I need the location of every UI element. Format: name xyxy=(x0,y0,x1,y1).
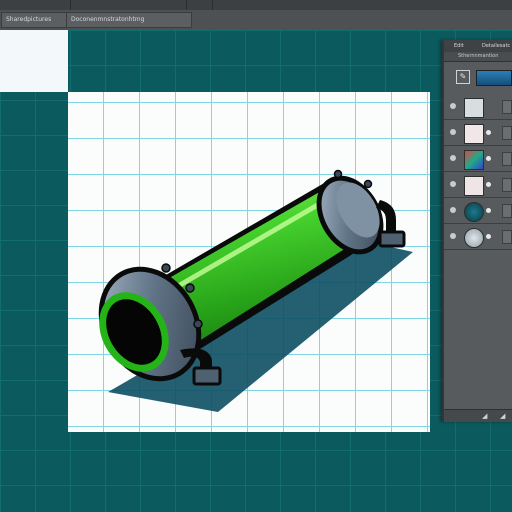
tab-document[interactable]: Doconenmnstratonhtmg xyxy=(66,12,192,28)
layer-opacity-bar[interactable] xyxy=(502,204,512,218)
layer-toggle[interactable] xyxy=(486,208,491,213)
menu-divider xyxy=(70,0,71,10)
eye-icon[interactable] xyxy=(450,233,456,239)
menu-divider xyxy=(212,0,213,10)
app-topbar: Sharedpictures Doconenmnstratonhtmg xyxy=(0,0,512,31)
tab-sharedpictures[interactable]: Sharedpictures xyxy=(1,12,71,28)
rivet xyxy=(333,169,343,179)
color-swatch[interactable] xyxy=(476,70,512,86)
panel-tab-edit[interactable]: Edit xyxy=(454,42,470,50)
layer-thumbnail xyxy=(464,98,484,118)
panel-tab-details[interactable]: Detailesatc xyxy=(482,42,512,50)
layer-thumbnail xyxy=(464,202,484,222)
pipe-artwork xyxy=(98,169,413,412)
eye-icon[interactable] xyxy=(450,129,456,135)
layer-toggle[interactable] xyxy=(486,130,491,135)
layer-opacity-bar[interactable] xyxy=(502,126,512,140)
layer-opacity-bar[interactable] xyxy=(502,152,512,166)
layer-thumbnail xyxy=(464,150,484,170)
left-foot xyxy=(192,366,222,386)
panel-subheader: Sthernnmantion xyxy=(444,52,512,62)
rivet xyxy=(185,283,195,293)
layer-row[interactable] xyxy=(444,120,512,146)
pen-icon[interactable]: ✎ xyxy=(456,70,470,84)
layer-thumbnail xyxy=(464,124,484,144)
layer-toggle[interactable] xyxy=(486,182,491,187)
layer-row[interactable] xyxy=(444,198,512,224)
eye-icon[interactable] xyxy=(450,207,456,213)
rivet xyxy=(161,263,171,273)
layer-row[interactable] xyxy=(444,224,512,250)
layer-opacity-bar[interactable] xyxy=(502,100,512,114)
rivet xyxy=(193,319,203,329)
layer-row[interactable] xyxy=(444,146,512,172)
layer-row[interactable] xyxy=(444,94,512,120)
layer-toggle[interactable] xyxy=(486,156,491,161)
eye-icon[interactable] xyxy=(450,155,456,161)
ruler-corner xyxy=(0,30,68,92)
layers-panel: Edit Detailesatc Sthernnmantion ✎ ◢ ◢ xyxy=(442,40,512,422)
panel-footer: ◢ ◢ xyxy=(444,409,512,422)
eye-icon[interactable] xyxy=(450,103,456,109)
right-foot xyxy=(378,230,406,248)
panel-subheader-label: Sthernnmantion xyxy=(458,53,498,59)
menu-bar xyxy=(0,0,512,10)
layer-toggle[interactable] xyxy=(486,234,491,239)
eye-icon[interactable] xyxy=(450,181,456,187)
layer-thumbnail xyxy=(464,228,484,248)
layer-row[interactable] xyxy=(444,172,512,198)
layer-opacity-bar[interactable] xyxy=(502,230,512,244)
menu-divider xyxy=(186,0,187,10)
collapse-icon[interactable]: ◢ xyxy=(500,411,505,421)
rivet xyxy=(363,179,373,189)
layer-thumbnail xyxy=(464,176,484,196)
new-layer-icon[interactable]: ◢ xyxy=(482,411,487,421)
layer-opacity-bar[interactable] xyxy=(502,178,512,192)
